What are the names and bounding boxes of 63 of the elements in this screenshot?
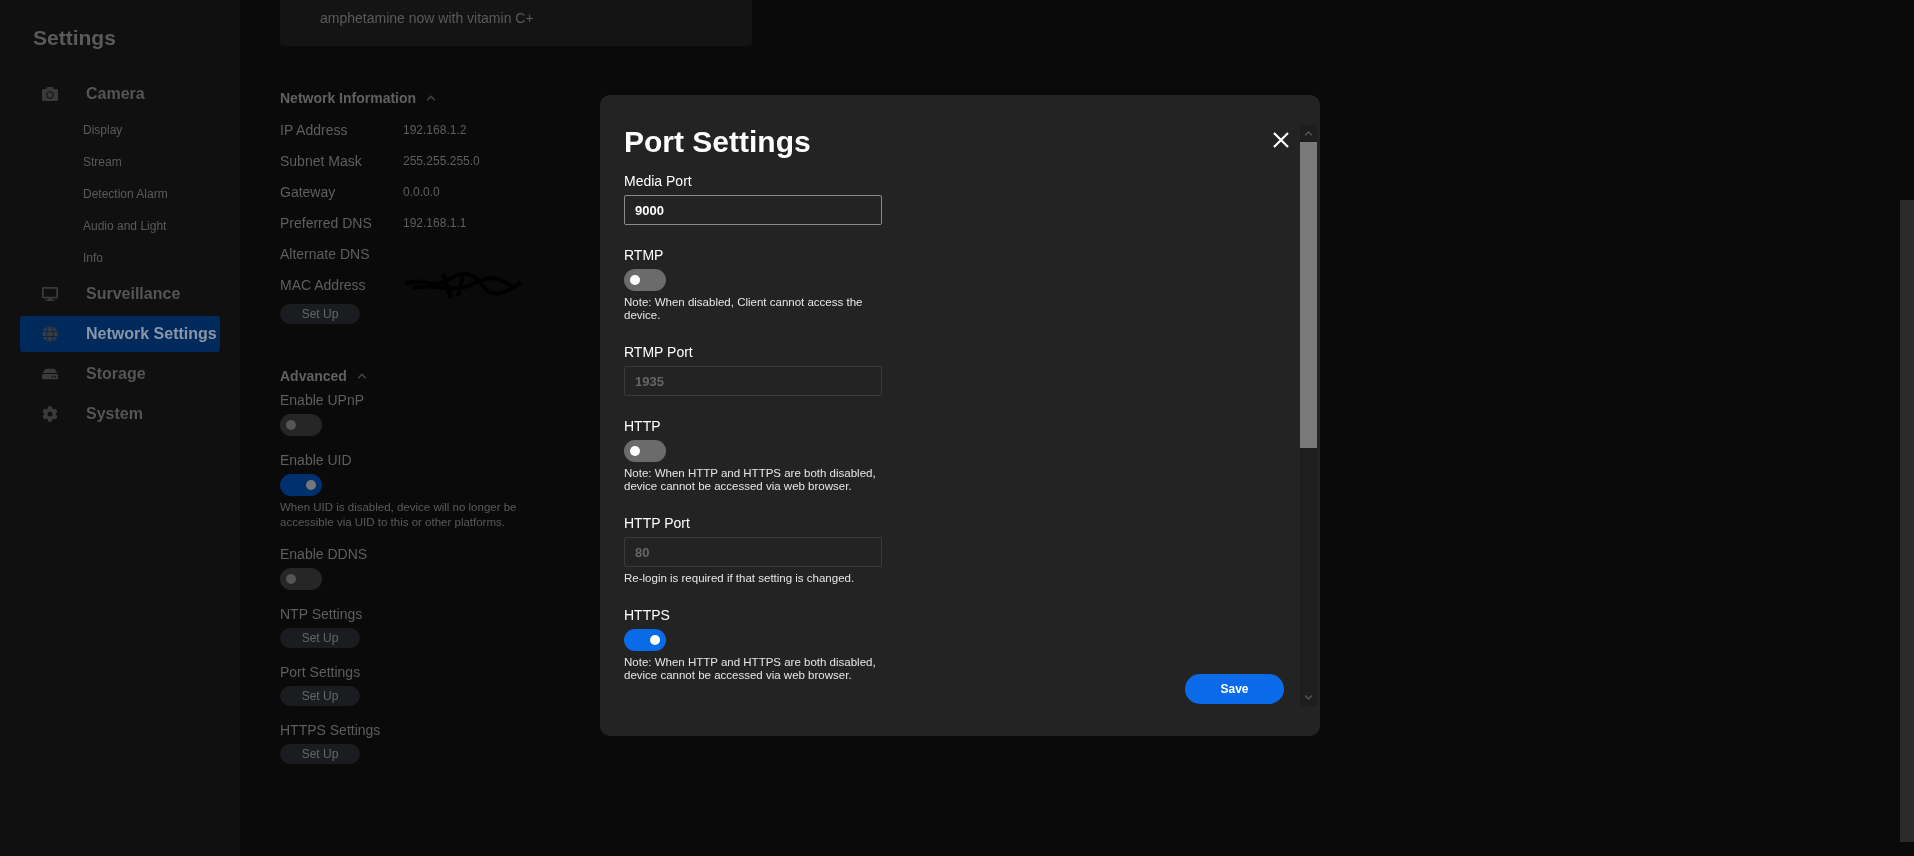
field-value: 192.168.1.1 [403,215,467,230]
section-title: Network Information [280,90,417,106]
setting-label: Enable DDNS [280,546,368,562]
sidebar-item[interactable]: Storage [20,356,220,392]
sidebar-subitem[interactable]: Stream [20,146,220,178]
chevron-icon[interactable] [426,93,437,103]
field-note: Note: When HTTP and HTTPS are both disabled, device cannot be accessed via web browser. [624,467,877,493]
field-value: 255.255.255.0 [403,153,480,168]
sidebar-item[interactable]: System [20,396,220,432]
field-label: Media Port [624,173,692,189]
setting-label: Enable UID [280,452,352,468]
toggle-switch[interactable] [280,568,322,590]
toggle-switch[interactable] [280,474,322,496]
sidebar-item[interactable]: Network Settings [20,316,220,352]
camera-icon [42,86,58,102]
scrollbar[interactable] [1300,125,1317,706]
field-note: Note: When disabled, Client cannot access the device. [624,296,864,322]
field-label: Gateway [280,183,337,200]
field-note: Re-login is required if that setting is changed. [624,572,856,585]
sidebar-subitem[interactable]: Detection Alarm [20,178,220,210]
chevron-icon[interactable] [356,371,367,381]
hard-drive-icon [42,366,58,382]
sidebar-subitem[interactable]: Info [20,242,220,274]
set-up-button[interactable]: Set Up [280,686,360,706]
toggle-switch[interactable] [624,269,666,291]
card-text: amphetamine now with vitamin C+ [319,10,534,26]
dialog-title: Port Settings [624,125,811,159]
input-field[interactable]: 9000 [624,195,882,225]
sidebar-subitem[interactable]: Audio and Light [20,210,220,242]
field-label: HTTPS [624,607,670,623]
set-up-button[interactable]: Set Up [280,744,360,764]
field-label: Subnet Mask [280,152,363,169]
gear-icon [42,406,58,422]
setting-label: Enable UPnP [280,392,365,408]
set-up-button[interactable]: Set Up [280,628,360,648]
sidebar-item[interactable]: Surveillance [20,276,220,312]
sidebar-item[interactable]: Camera [20,76,220,112]
field-label: Alternate DNS [280,245,371,262]
sidebar-subitem[interactable]: Display [20,114,220,146]
field-label: HTTP [624,418,661,434]
setting-label: Port Settings [280,664,361,680]
field-label: IP Address [280,121,349,138]
field-label: HTTP Port [624,515,690,531]
set-up-button[interactable]: Set Up [280,304,360,324]
setting-label: HTTPS Settings [280,722,381,738]
setting-note: When UID is disabled, device will no longer be accessible via UID to this or other platforms. [280,500,518,530]
field-label: Preferred DNS [280,214,373,231]
toggle-switch[interactable] [624,629,666,651]
scrollbar[interactable] [1900,200,1914,842]
field-label: RTMP [624,247,664,263]
setting-label: NTP Settings [280,606,363,622]
toggle-switch[interactable] [280,414,322,436]
field-note: Note: When HTTP and HTTPS are both disabled, device cannot be accessed via web browser. [624,656,877,682]
field-value: 192.168.1.2 [403,122,467,137]
field-value: 0.0.0.0 [403,184,440,199]
monitor-icon [42,286,58,302]
globe-icon [42,326,58,342]
save-button[interactable]: Save [1185,674,1284,704]
section-title: Advanced [280,368,347,384]
sidebar-title: Settings [33,26,117,50]
toggle-switch[interactable] [624,440,666,462]
field-label: RTMP Port [624,344,693,360]
field-label: MAC Address [280,276,367,293]
